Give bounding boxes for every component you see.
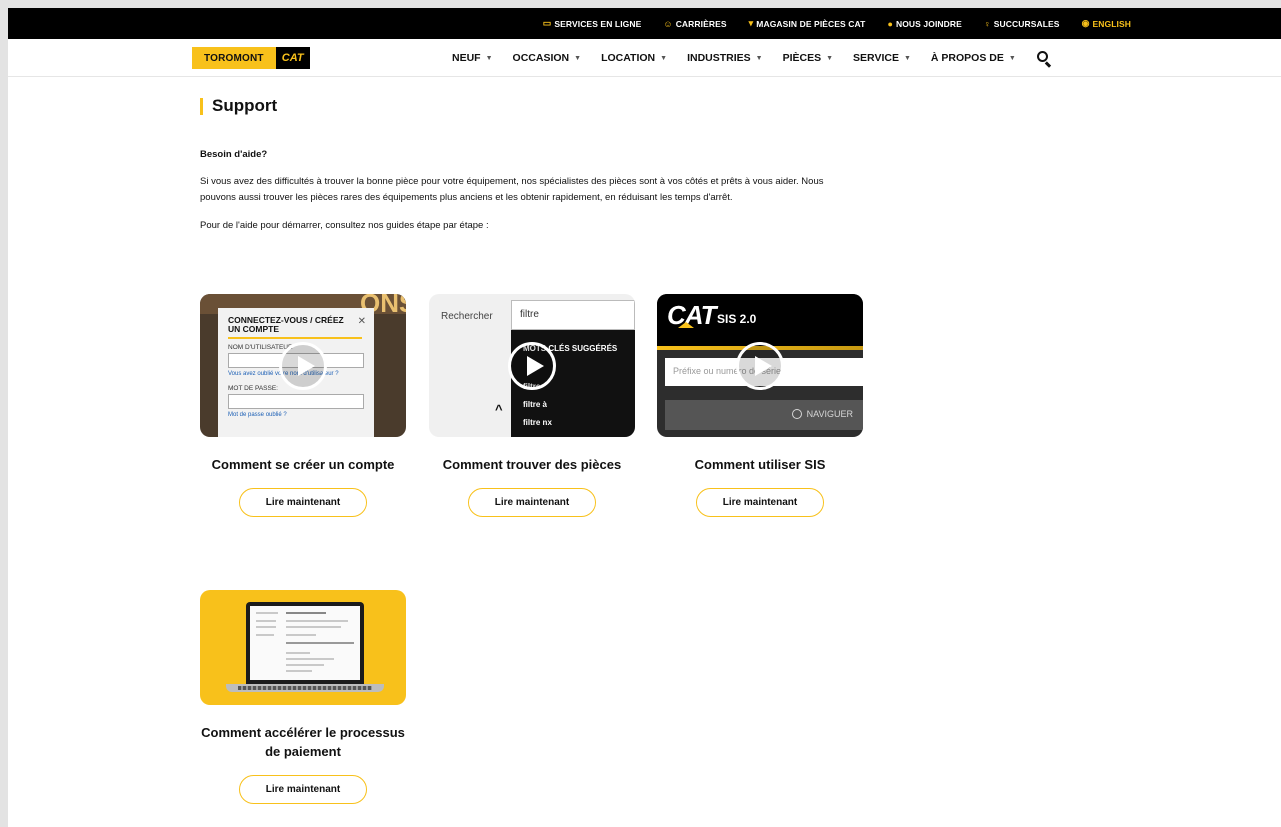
chevron-down-icon: ▼: [826, 54, 834, 62]
topbar-link-language[interactable]: ◉ ENGLISH: [1082, 18, 1131, 29]
navigate-button-preview: NAVIGUER: [665, 400, 863, 430]
laptop-thumbnail-checkout[interactable]: [200, 590, 406, 705]
people-icon: ☺: [663, 18, 673, 29]
compass-icon: [791, 409, 802, 419]
card-title: Comment se créer un compte: [211, 457, 395, 472]
utility-bar: ▭ SERVICES EN LIGNE ☺ CARRIÈRES ▾ MAGASIN D…: [8, 8, 1281, 39]
laptop-icon: ▭: [542, 18, 552, 28]
chevron-down-icon: ▼: [903, 54, 911, 62]
guides-intro: Pour de l'aide pour démarrer, consultez …: [200, 220, 489, 231]
laptop-screen: [246, 602, 364, 684]
guide-card-parts: Rechercher filtre MOTS CLÉS SUGGÉRÉS fil…: [429, 294, 635, 517]
logo-cat: CAT: [275, 47, 310, 69]
close-icon: ✕: [357, 316, 366, 327]
chevron-down-icon: ▼: [1008, 54, 1016, 62]
card-title: Comment accélérer le processus de paieme…: [201, 725, 405, 759]
caret-up-icon: ^: [495, 402, 503, 417]
browser-page: ▭ SERVICES EN LIGNE ☺ CARRIÈRES ▾ MAGASIN D…: [8, 8, 1281, 827]
nav-item-industries[interactable]: INDUSTRIES ▼: [687, 52, 763, 64]
video-thumbnail-account[interactable]: ONS CONNECTEZ-VOUS / CRÉEZ UN COMPTE ✕ N…: [200, 294, 406, 437]
topbar-link-contact[interactable]: ● NOUS JOINDRE: [887, 19, 961, 29]
guide-card-sis: CAT SIS 2.0 Préfixe ou numéro de série N…: [657, 294, 863, 517]
read-now-button[interactable]: Lire maintenant: [696, 488, 824, 517]
read-now-button[interactable]: Lire maintenant: [239, 775, 367, 804]
chevron-down-icon: ▼: [755, 54, 763, 62]
nav-item-used[interactable]: OCCASION ▼: [513, 52, 582, 64]
read-now-button[interactable]: Lire maintenant: [468, 488, 596, 517]
topbar-link-services[interactable]: ▭ SERVICES EN LIGNE: [543, 18, 642, 29]
play-icon[interactable]: [508, 341, 556, 390]
cart-icon: ▾: [748, 18, 754, 28]
location-pin-icon: ♀: [983, 18, 991, 29]
video-thumbnail-sis[interactable]: CAT SIS 2.0 Préfixe ou numéro de série N…: [657, 294, 863, 437]
nav-item-new[interactable]: NEUF ▼: [452, 52, 493, 64]
card-title: Comment trouver des pièces: [442, 457, 622, 472]
guide-card-account: ONS CONNECTEZ-VOUS / CRÉEZ UN COMPTE ✕ N…: [200, 294, 406, 517]
topbar-link-careers[interactable]: ☺ CARRIÈRES: [663, 19, 726, 29]
nav-item-about[interactable]: À PROPOS DE ▼: [931, 52, 1016, 64]
chevron-down-icon: ▼: [574, 54, 582, 62]
topbar-link-branches[interactable]: ♀ SUCCURSALES: [984, 19, 1060, 29]
guide-card-checkout: Comment accélérer le processus de paieme…: [200, 590, 406, 804]
chevron-down-icon: ▼: [485, 54, 493, 62]
globe-icon: ◉: [1081, 18, 1090, 28]
play-icon[interactable]: [736, 341, 784, 390]
read-now-button[interactable]: Lire maintenant: [239, 488, 367, 517]
card-title: Comment utiliser SIS: [694, 457, 826, 472]
search-icon[interactable]: [1036, 50, 1052, 68]
nav-item-service[interactable]: SERVICE ▼: [853, 52, 911, 64]
main-menu: NEUF ▼ OCCASION ▼ LOCATION ▼ INDUSTRIES ▼ PI…: [452, 39, 1052, 77]
video-thumbnail-parts[interactable]: Rechercher filtre MOTS CLÉS SUGGÉRÉS fil…: [429, 294, 635, 437]
topbar-link-parts-store[interactable]: ▾ MAGASIN DE PIÈCES CAT: [749, 18, 866, 29]
page-title: Support: [200, 96, 880, 116]
toromont-cat-logo[interactable]: TOROMONT CAT: [192, 47, 310, 69]
main-navbar: TOROMONT CAT NEUF ▼ OCCASION ▼ LOCATION ▼ I…: [8, 39, 1281, 77]
main-content: Support Besoin d'aide? Si vous avez des …: [200, 96, 880, 231]
search-input-preview: filtre: [511, 300, 635, 330]
intro-paragraph: Si vous avez des difficultés à trouver l…: [200, 176, 824, 203]
nav-item-rental[interactable]: LOCATION ▼: [601, 52, 667, 64]
chat-icon: ●: [887, 18, 893, 29]
logo-toromont: TOROMONT: [192, 47, 276, 69]
play-icon[interactable]: [279, 341, 327, 390]
title-accent-bar: [200, 97, 203, 115]
nav-item-parts[interactable]: PIÈCES ▼: [783, 52, 833, 64]
chevron-down-icon: ▼: [660, 54, 668, 62]
section-subhead: Besoin d'aide?: [200, 149, 268, 160]
